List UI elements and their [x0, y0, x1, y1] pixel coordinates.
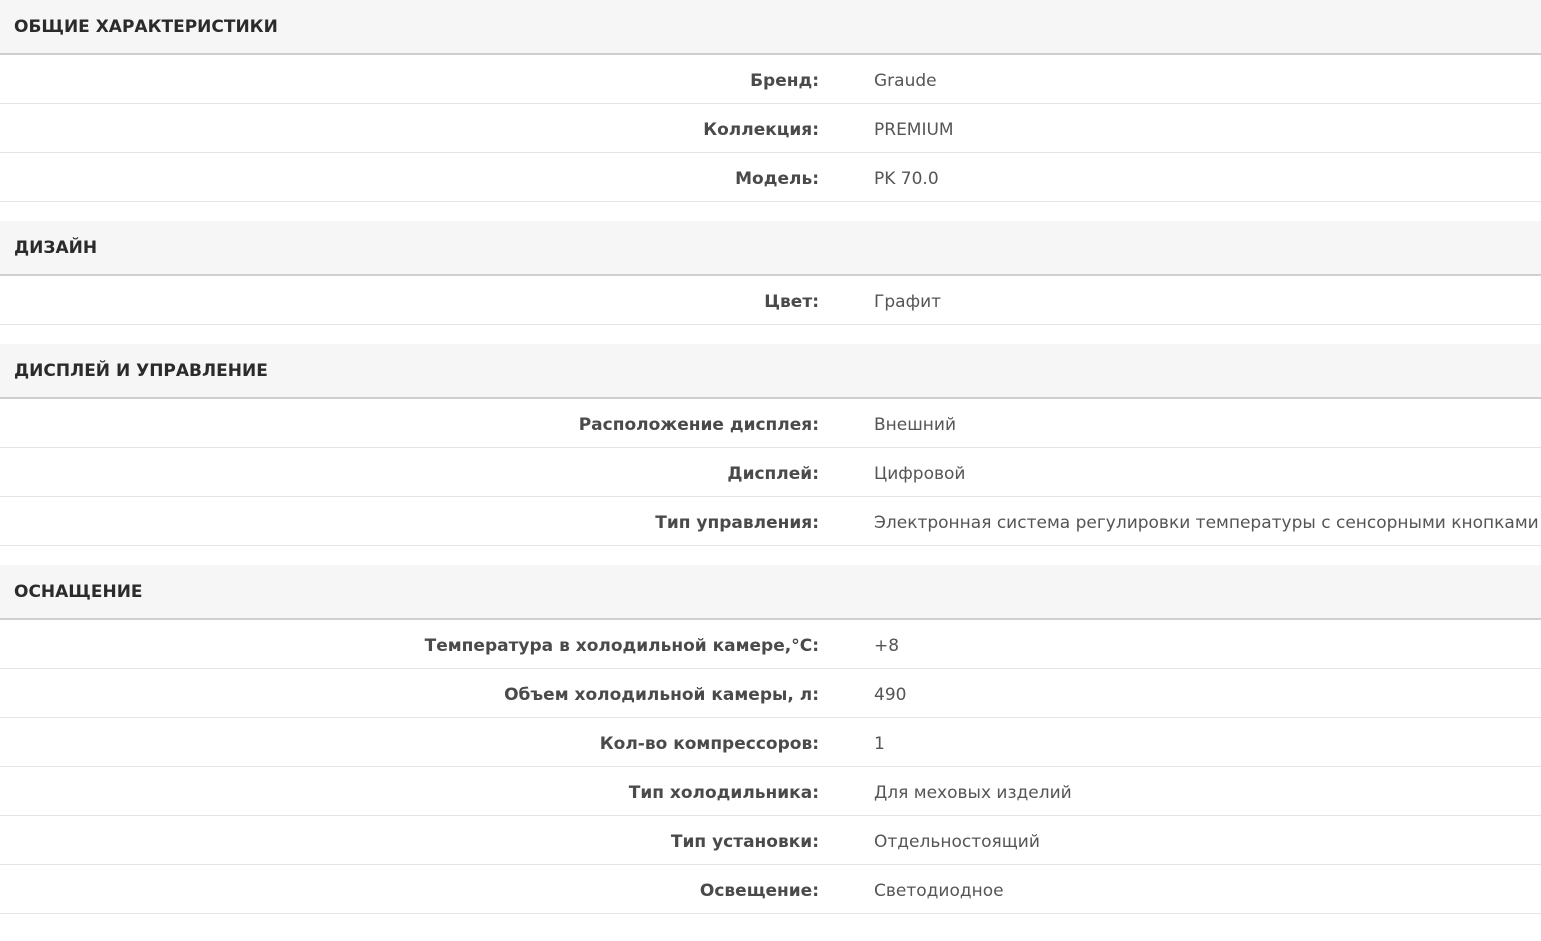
- spec-value: Графит: [874, 292, 942, 312]
- section-title: ДИЗАЙН: [0, 221, 1541, 276]
- section-display-control: ДИСПЛЕЙ И УПРАВЛЕНИЕ Расположение диспле…: [0, 344, 1541, 546]
- spec-label: Коллекция:: [703, 120, 819, 140]
- spec-value: 490: [874, 685, 907, 705]
- spec-row-installation-type: Тип установки: Отдельностоящий: [0, 816, 1541, 865]
- spec-label: Расположение дисплея:: [578, 415, 819, 435]
- spec-row-control-type: Тип управления: Электронная система регу…: [0, 497, 1541, 546]
- spec-label: Кол-во компрессоров:: [599, 734, 819, 754]
- section-general: ОБЩИЕ ХАРАКТЕРИСТИКИ Бренд: Graude Колле…: [0, 0, 1541, 202]
- specifications-table: ОБЩИЕ ХАРАКТЕРИСТИКИ Бренд: Graude Колле…: [0, 0, 1541, 914]
- spec-row-fridge-temperature: Температура в холодильной камере,°C: +8: [0, 620, 1541, 669]
- spec-label: Освещение:: [699, 881, 819, 901]
- spec-row-brand: Бренд: Graude: [0, 55, 1541, 104]
- spec-label: Бренд:: [750, 71, 819, 91]
- section-title: ОБЩИЕ ХАРАКТЕРИСТИКИ: [0, 0, 1541, 55]
- spec-row-compressor-count: Кол-во компрессоров: 1: [0, 718, 1541, 767]
- spec-value: PREMIUM: [874, 120, 954, 140]
- spec-label: Тип управления:: [655, 513, 819, 533]
- spec-row-fridge-type: Тип холодильника: Для меховых изделий: [0, 767, 1541, 816]
- spec-row-display-location: Расположение дисплея: Внешний: [0, 399, 1541, 448]
- spec-row-color: Цвет: Графит: [0, 276, 1541, 325]
- spec-row-fridge-volume: Объем холодильной камеры, л: 490: [0, 669, 1541, 718]
- spec-value: PK 70.0: [874, 169, 939, 189]
- spec-label: Температура в холодильной камере,°C:: [424, 636, 819, 656]
- spec-value: Внешний: [874, 415, 957, 435]
- section-title: ДИСПЛЕЙ И УПРАВЛЕНИЕ: [0, 344, 1541, 399]
- spec-value: 1: [874, 734, 885, 754]
- spec-label: Объем холодильной камеры, л:: [504, 685, 819, 705]
- spec-value: Отдельностоящий: [874, 832, 1040, 852]
- spec-value: Graude: [874, 71, 937, 91]
- spec-row-lighting: Освещение: Светодиодное: [0, 865, 1541, 914]
- spec-value: Электронная система регулировки температ…: [874, 513, 1539, 533]
- spec-row-collection: Коллекция: PREMIUM: [0, 104, 1541, 153]
- spec-label: Модель:: [735, 169, 819, 189]
- section-design: ДИЗАЙН Цвет: Графит: [0, 221, 1541, 325]
- spec-value: Светодиодное: [874, 881, 1004, 901]
- spec-row-display: Дисплей: Цифровой: [0, 448, 1541, 497]
- section-equipment: ОСНАЩЕНИЕ Температура в холодильной каме…: [0, 565, 1541, 914]
- spec-value: +8: [874, 636, 900, 656]
- spec-label: Цвет:: [764, 292, 819, 312]
- spec-label: Тип установки:: [670, 832, 819, 852]
- spec-value: Цифровой: [874, 464, 966, 484]
- spec-row-model: Модель: PK 70.0: [0, 153, 1541, 202]
- section-title: ОСНАЩЕНИЕ: [0, 565, 1541, 620]
- spec-label: Тип холодильника:: [628, 783, 819, 803]
- spec-label: Дисплей:: [727, 464, 819, 484]
- spec-value: Для меховых изделий: [874, 783, 1072, 803]
